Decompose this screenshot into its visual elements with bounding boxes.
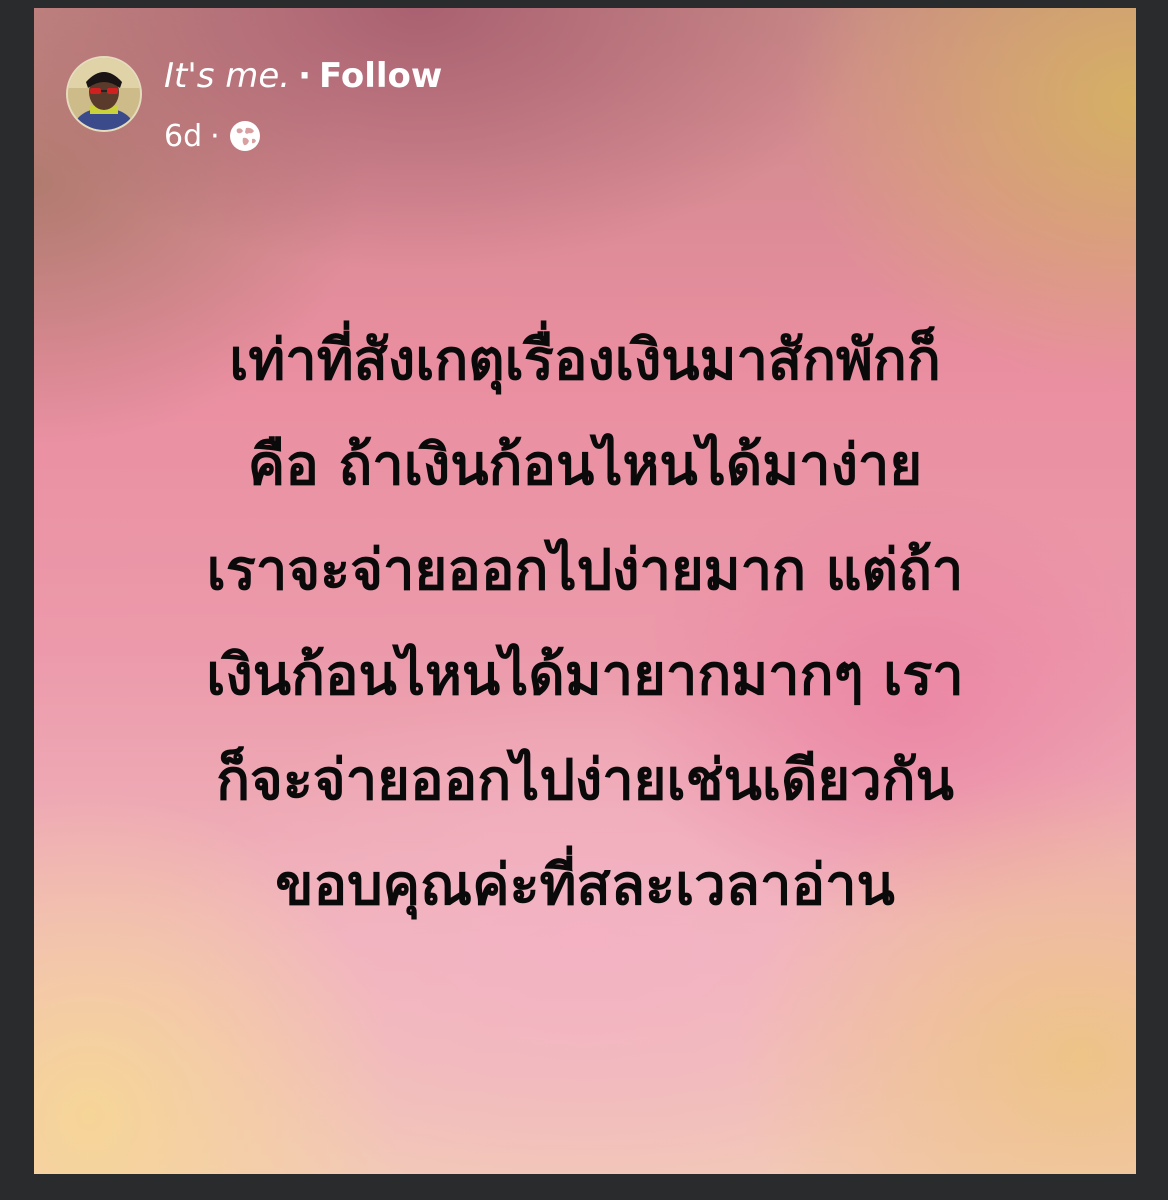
globe-icon[interactable] [228,119,262,153]
post-body-line-4: เงินก้อนไหนได้มายากมากๆ เรา [206,643,964,708]
post-body-line-1: เท่าที่สังเกตุเรื่องเงินมาสักพักก็ [229,328,941,393]
author-name[interactable]: It's me. [164,56,290,96]
bottom-edge [0,1174,1168,1200]
post-card: It's me. · Follow 6d · เท่าที่สังเกตุเรื… [34,8,1136,1174]
header-separator: · [298,56,311,96]
post-body-text: เท่าที่สังเกตุเรื่องเงินมาสักพักก็ คือ ถ… [74,308,1096,938]
post-body-line-2: คือ ถ้าเงินก้อนไหนได้มาง่าย [247,433,923,498]
avatar[interactable] [66,56,142,132]
post-header: It's me. · Follow [164,56,442,96]
post-meta: 6d · [164,116,262,156]
follow-button[interactable]: Follow [319,56,442,96]
post-body-line-5: ก็จะจ่ายออกไปง่ายเช่นเดียวกัน [216,748,954,813]
scrollbar-track[interactable] [1150,8,1160,1174]
post-time[interactable]: 6d [164,119,202,154]
post-body-line-3: เราจะจ่ายออกไปง่ายมาก แต่ถ้า [206,538,964,603]
avatar-image [68,58,140,130]
screen-frame: It's me. · Follow 6d · เท่าที่สังเกตุเรื… [0,0,1168,1200]
post-body-line-6: ขอบคุณค่ะที่สละเวลาอ่าน [275,853,895,918]
meta-separator: · [210,118,220,154]
